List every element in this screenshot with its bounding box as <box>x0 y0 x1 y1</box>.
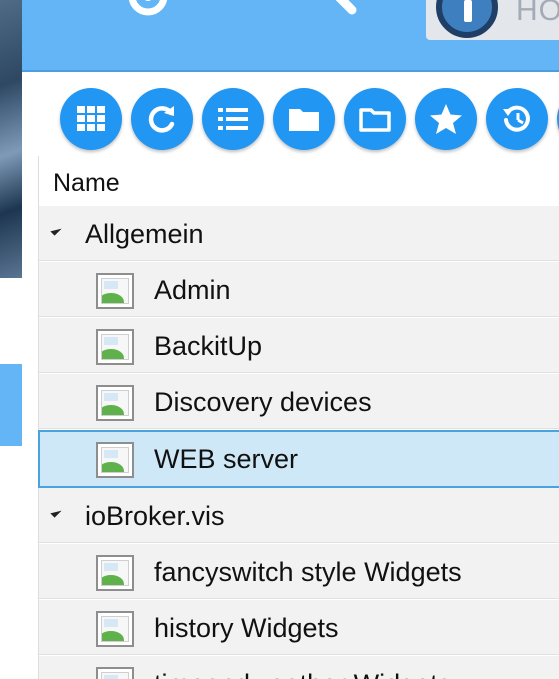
star-icon <box>430 104 462 134</box>
image-placeholder-icon <box>96 667 134 679</box>
app-window: HO Name Allgemein Admin BackitUp Discove… <box>0 0 559 679</box>
item-label: Admin <box>154 275 231 305</box>
tree-group-allgemein[interactable]: Allgemein <box>39 206 559 261</box>
item-label: timeandweather Widgets <box>154 669 451 679</box>
item-label: WEB server <box>154 444 299 474</box>
adapter-tree: Name Allgemein Admin BackitUp Discovery … <box>38 156 559 679</box>
home-tab-label: HO <box>516 0 559 27</box>
image-placeholder-icon <box>96 611 134 647</box>
group-label: ioBroker.vis <box>85 501 225 531</box>
refresh-button[interactable] <box>131 88 193 150</box>
tree-item-history-widgets[interactable]: history Widgets <box>39 600 559 655</box>
list-view-icon <box>218 108 248 130</box>
refresh-icon <box>148 106 175 133</box>
tree-item-fancyswitch[interactable]: fancyswitch style Widgets <box>39 544 559 599</box>
top-header: HO <box>22 0 559 72</box>
history-icon <box>503 105 530 132</box>
background-image <box>0 0 22 278</box>
history-button[interactable] <box>486 88 548 150</box>
iobroker-logo <box>436 0 498 38</box>
tree-item-admin[interactable]: Admin <box>39 262 559 317</box>
grid-view-icon <box>77 106 105 131</box>
tree-group-iobroker-vis[interactable]: ioBroker.vis <box>39 488 559 543</box>
tree-item-backitup[interactable]: BackitUp <box>39 318 559 373</box>
image-placeholder-icon <box>96 555 134 591</box>
list-view-button[interactable] <box>202 88 264 150</box>
folder-filled-icon <box>289 109 319 131</box>
expand-toggle-icon[interactable] <box>50 224 62 236</box>
grid-view-button[interactable] <box>60 88 122 150</box>
item-label: Discovery devices <box>154 387 372 417</box>
folder-outline-button[interactable] <box>344 88 406 150</box>
folder-outline-icon <box>359 108 391 132</box>
item-label: fancyswitch style Widgets <box>154 557 462 587</box>
tree-item-timeandweather[interactable]: timeandweather Widgets <box>39 656 559 679</box>
image-placeholder-icon <box>96 273 134 309</box>
group-label: Allgemein <box>85 219 204 249</box>
item-label: history Widgets <box>154 613 339 643</box>
image-placeholder-icon <box>96 329 134 365</box>
search-icon[interactable] <box>304 0 364 26</box>
home-tab[interactable]: HO <box>426 0 559 40</box>
image-placeholder-icon <box>96 442 134 478</box>
tree-item-web-server[interactable]: WEB server <box>38 430 559 488</box>
column-header-label: Name <box>53 169 120 197</box>
folder-button[interactable] <box>273 88 335 150</box>
image-placeholder-icon <box>96 385 134 421</box>
expand-toggle-icon[interactable] <box>50 506 62 518</box>
favorites-button[interactable] <box>415 88 477 150</box>
left-panel <box>0 0 22 679</box>
toolbar <box>22 72 559 156</box>
settings-icon[interactable] <box>128 0 168 16</box>
column-header-name[interactable]: Name <box>39 156 559 206</box>
left-panel-tab[interactable] <box>0 364 22 446</box>
tree-item-discovery-devices[interactable]: Discovery devices <box>39 374 559 429</box>
item-label: BackitUp <box>154 331 263 361</box>
